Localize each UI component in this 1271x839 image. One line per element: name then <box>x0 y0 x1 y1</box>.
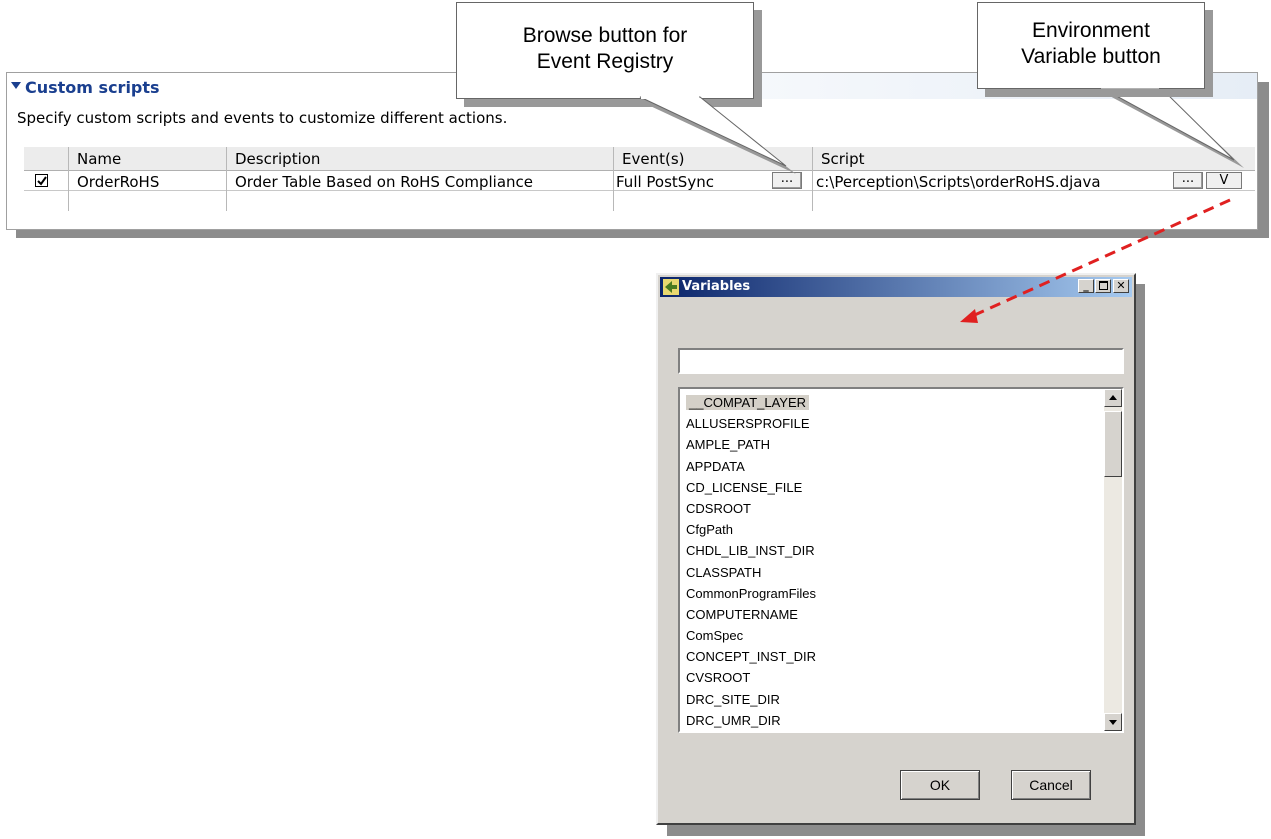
arrowhead-icon <box>960 309 978 323</box>
dashed-arrow-line <box>967 198 1231 320</box>
pointer-arrow <box>960 198 1231 323</box>
